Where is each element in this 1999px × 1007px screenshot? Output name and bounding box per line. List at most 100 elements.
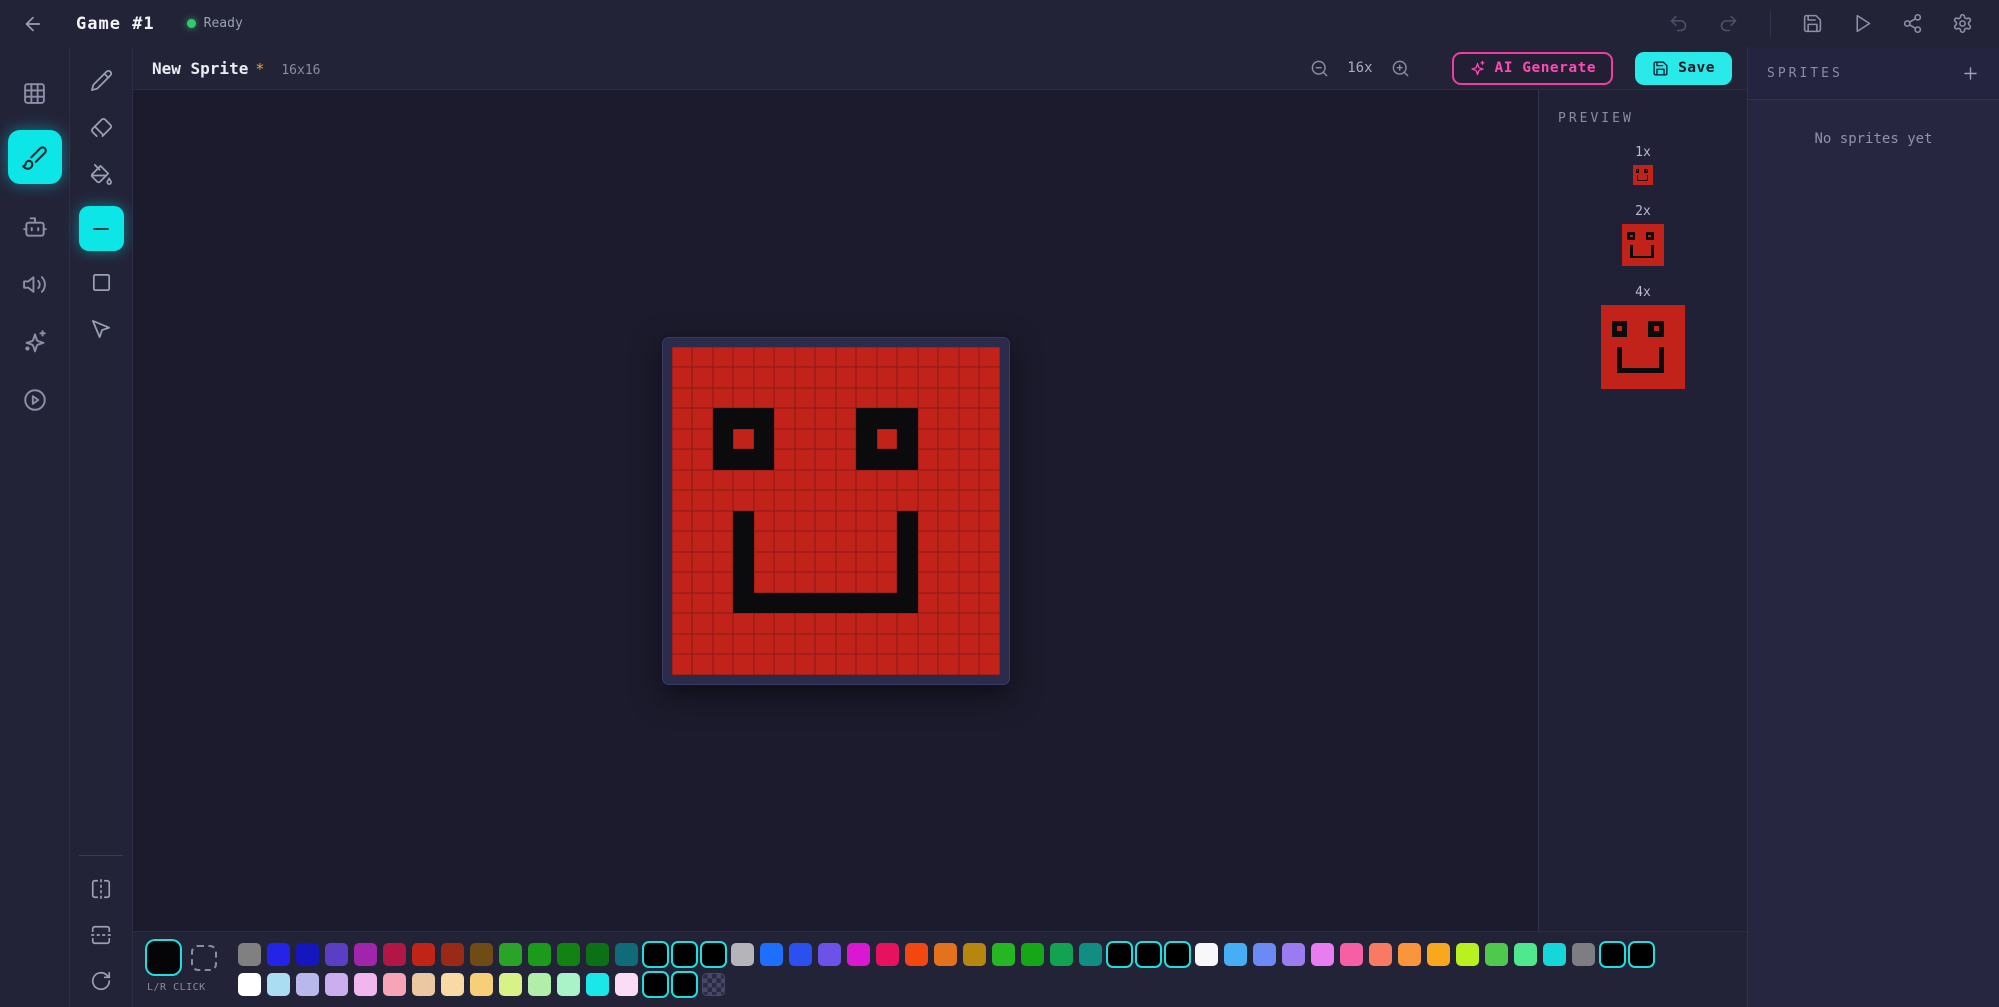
left-click-color-swatch[interactable] xyxy=(147,941,180,974)
pixel-cell[interactable] xyxy=(877,408,898,429)
pixel-cell[interactable] xyxy=(754,572,775,593)
pixel-cell[interactable] xyxy=(938,613,959,634)
pixel-cell[interactable] xyxy=(877,470,898,491)
pixel-cell[interactable] xyxy=(754,490,775,511)
palette-swatch[interactable] xyxy=(412,973,435,996)
pixel-cell[interactable] xyxy=(754,531,775,552)
pixel-cell[interactable] xyxy=(918,572,939,593)
pixel-cell[interactable] xyxy=(979,531,1000,552)
pixel-cell[interactable] xyxy=(938,367,959,388)
undo-button[interactable] xyxy=(1666,11,1691,36)
pixel-cell[interactable] xyxy=(692,470,713,491)
tool-select[interactable] xyxy=(90,318,113,341)
pixel-cell[interactable] xyxy=(979,593,1000,614)
pixel-cell[interactable] xyxy=(836,388,857,409)
pixel-cell[interactable] xyxy=(836,572,857,593)
palette-swatch[interactable] xyxy=(1166,943,1189,966)
pixel-cell[interactable] xyxy=(836,552,857,573)
pixel-cell[interactable] xyxy=(692,511,713,532)
palette-swatch[interactable] xyxy=(905,943,928,966)
palette-swatch[interactable] xyxy=(1224,943,1247,966)
palette-swatch-transparent[interactable] xyxy=(702,973,725,996)
tool-fill[interactable] xyxy=(90,163,113,186)
pixel-cell[interactable] xyxy=(836,654,857,675)
nav-item-playtest[interactable] xyxy=(22,387,48,413)
pixel-cell[interactable] xyxy=(856,429,877,450)
pixel-cell[interactable] xyxy=(897,654,918,675)
palette-swatch[interactable] xyxy=(644,943,667,966)
pixel-cell[interactable] xyxy=(754,408,775,429)
pixel-cell[interactable] xyxy=(877,572,898,593)
pixel-cell[interactable] xyxy=(713,531,734,552)
pixel-cell[interactable] xyxy=(692,490,713,511)
pixel-cell[interactable] xyxy=(918,531,939,552)
pixel-cell[interactable] xyxy=(692,654,713,675)
pixel-cell[interactable] xyxy=(754,367,775,388)
pixel-cell[interactable] xyxy=(713,613,734,634)
pixel-cell[interactable] xyxy=(815,613,836,634)
pixel-cell[interactable] xyxy=(774,388,795,409)
pixel-cell[interactable] xyxy=(713,388,734,409)
pixel-cell[interactable] xyxy=(672,552,693,573)
pixel-cell[interactable] xyxy=(836,593,857,614)
pixel-cell[interactable] xyxy=(733,408,754,429)
save-project-button[interactable] xyxy=(1800,11,1825,36)
palette-swatch[interactable] xyxy=(818,943,841,966)
palette-swatch[interactable] xyxy=(325,973,348,996)
pixel-cell[interactable] xyxy=(774,470,795,491)
pixel-cell[interactable] xyxy=(856,613,877,634)
pixel-cell[interactable] xyxy=(815,531,836,552)
pixel-cell[interactable] xyxy=(897,552,918,573)
pixel-cell[interactable] xyxy=(959,367,980,388)
pixel-cell[interactable] xyxy=(979,490,1000,511)
pixel-cell[interactable] xyxy=(897,613,918,634)
palette-swatch[interactable] xyxy=(499,943,522,966)
pixel-cell[interactable] xyxy=(877,367,898,388)
settings-button[interactable] xyxy=(1950,11,1975,36)
pixel-cell[interactable] xyxy=(918,654,939,675)
pixel-cell[interactable] xyxy=(774,347,795,368)
pixel-cell[interactable] xyxy=(733,654,754,675)
pixel-cell[interactable] xyxy=(979,429,1000,450)
pixel-cell[interactable] xyxy=(774,408,795,429)
pixel-cell[interactable] xyxy=(692,388,713,409)
pixel-cell[interactable] xyxy=(877,511,898,532)
pixel-cell[interactable] xyxy=(979,470,1000,491)
pixel-cell[interactable] xyxy=(918,634,939,655)
pixel-cell[interactable] xyxy=(795,572,816,593)
pixel-cell[interactable] xyxy=(754,429,775,450)
pixel-cell[interactable] xyxy=(733,511,754,532)
pixel-cell[interactable] xyxy=(918,347,939,368)
pixel-cell[interactable] xyxy=(795,388,816,409)
palette-swatch[interactable] xyxy=(876,943,899,966)
pixel-cell[interactable] xyxy=(897,511,918,532)
pixel-cell[interactable] xyxy=(938,449,959,470)
pixel-cell[interactable] xyxy=(959,449,980,470)
pixel-cell[interactable] xyxy=(733,429,754,450)
pixel-cell[interactable] xyxy=(672,367,693,388)
pixel-cell[interactable] xyxy=(877,449,898,470)
pixel-cell[interactable] xyxy=(692,552,713,573)
pixel-cell[interactable] xyxy=(959,654,980,675)
pixel-cell[interactable] xyxy=(733,552,754,573)
pixel-cell[interactable] xyxy=(774,511,795,532)
pixel-cell[interactable] xyxy=(795,634,816,655)
pixel-cell[interactable] xyxy=(836,470,857,491)
pixel-cell[interactable] xyxy=(918,490,939,511)
palette-swatch[interactable] xyxy=(499,973,522,996)
pixel-cell[interactable] xyxy=(959,572,980,593)
pixel-cell[interactable] xyxy=(836,511,857,532)
pixel-cell[interactable] xyxy=(979,613,1000,634)
pixel-cell[interactable] xyxy=(856,552,877,573)
nav-item-entities[interactable] xyxy=(22,214,48,240)
pixel-cell[interactable] xyxy=(877,634,898,655)
pixel-cell[interactable] xyxy=(918,552,939,573)
pixel-canvas[interactable] xyxy=(672,347,1000,675)
pixel-cell[interactable] xyxy=(959,613,980,634)
pixel-cell[interactable] xyxy=(918,470,939,491)
pixel-cell[interactable] xyxy=(733,613,754,634)
pixel-cell[interactable] xyxy=(713,593,734,614)
pixel-cell[interactable] xyxy=(713,408,734,429)
pixel-cell[interactable] xyxy=(795,449,816,470)
palette-swatch[interactable] xyxy=(1485,943,1508,966)
